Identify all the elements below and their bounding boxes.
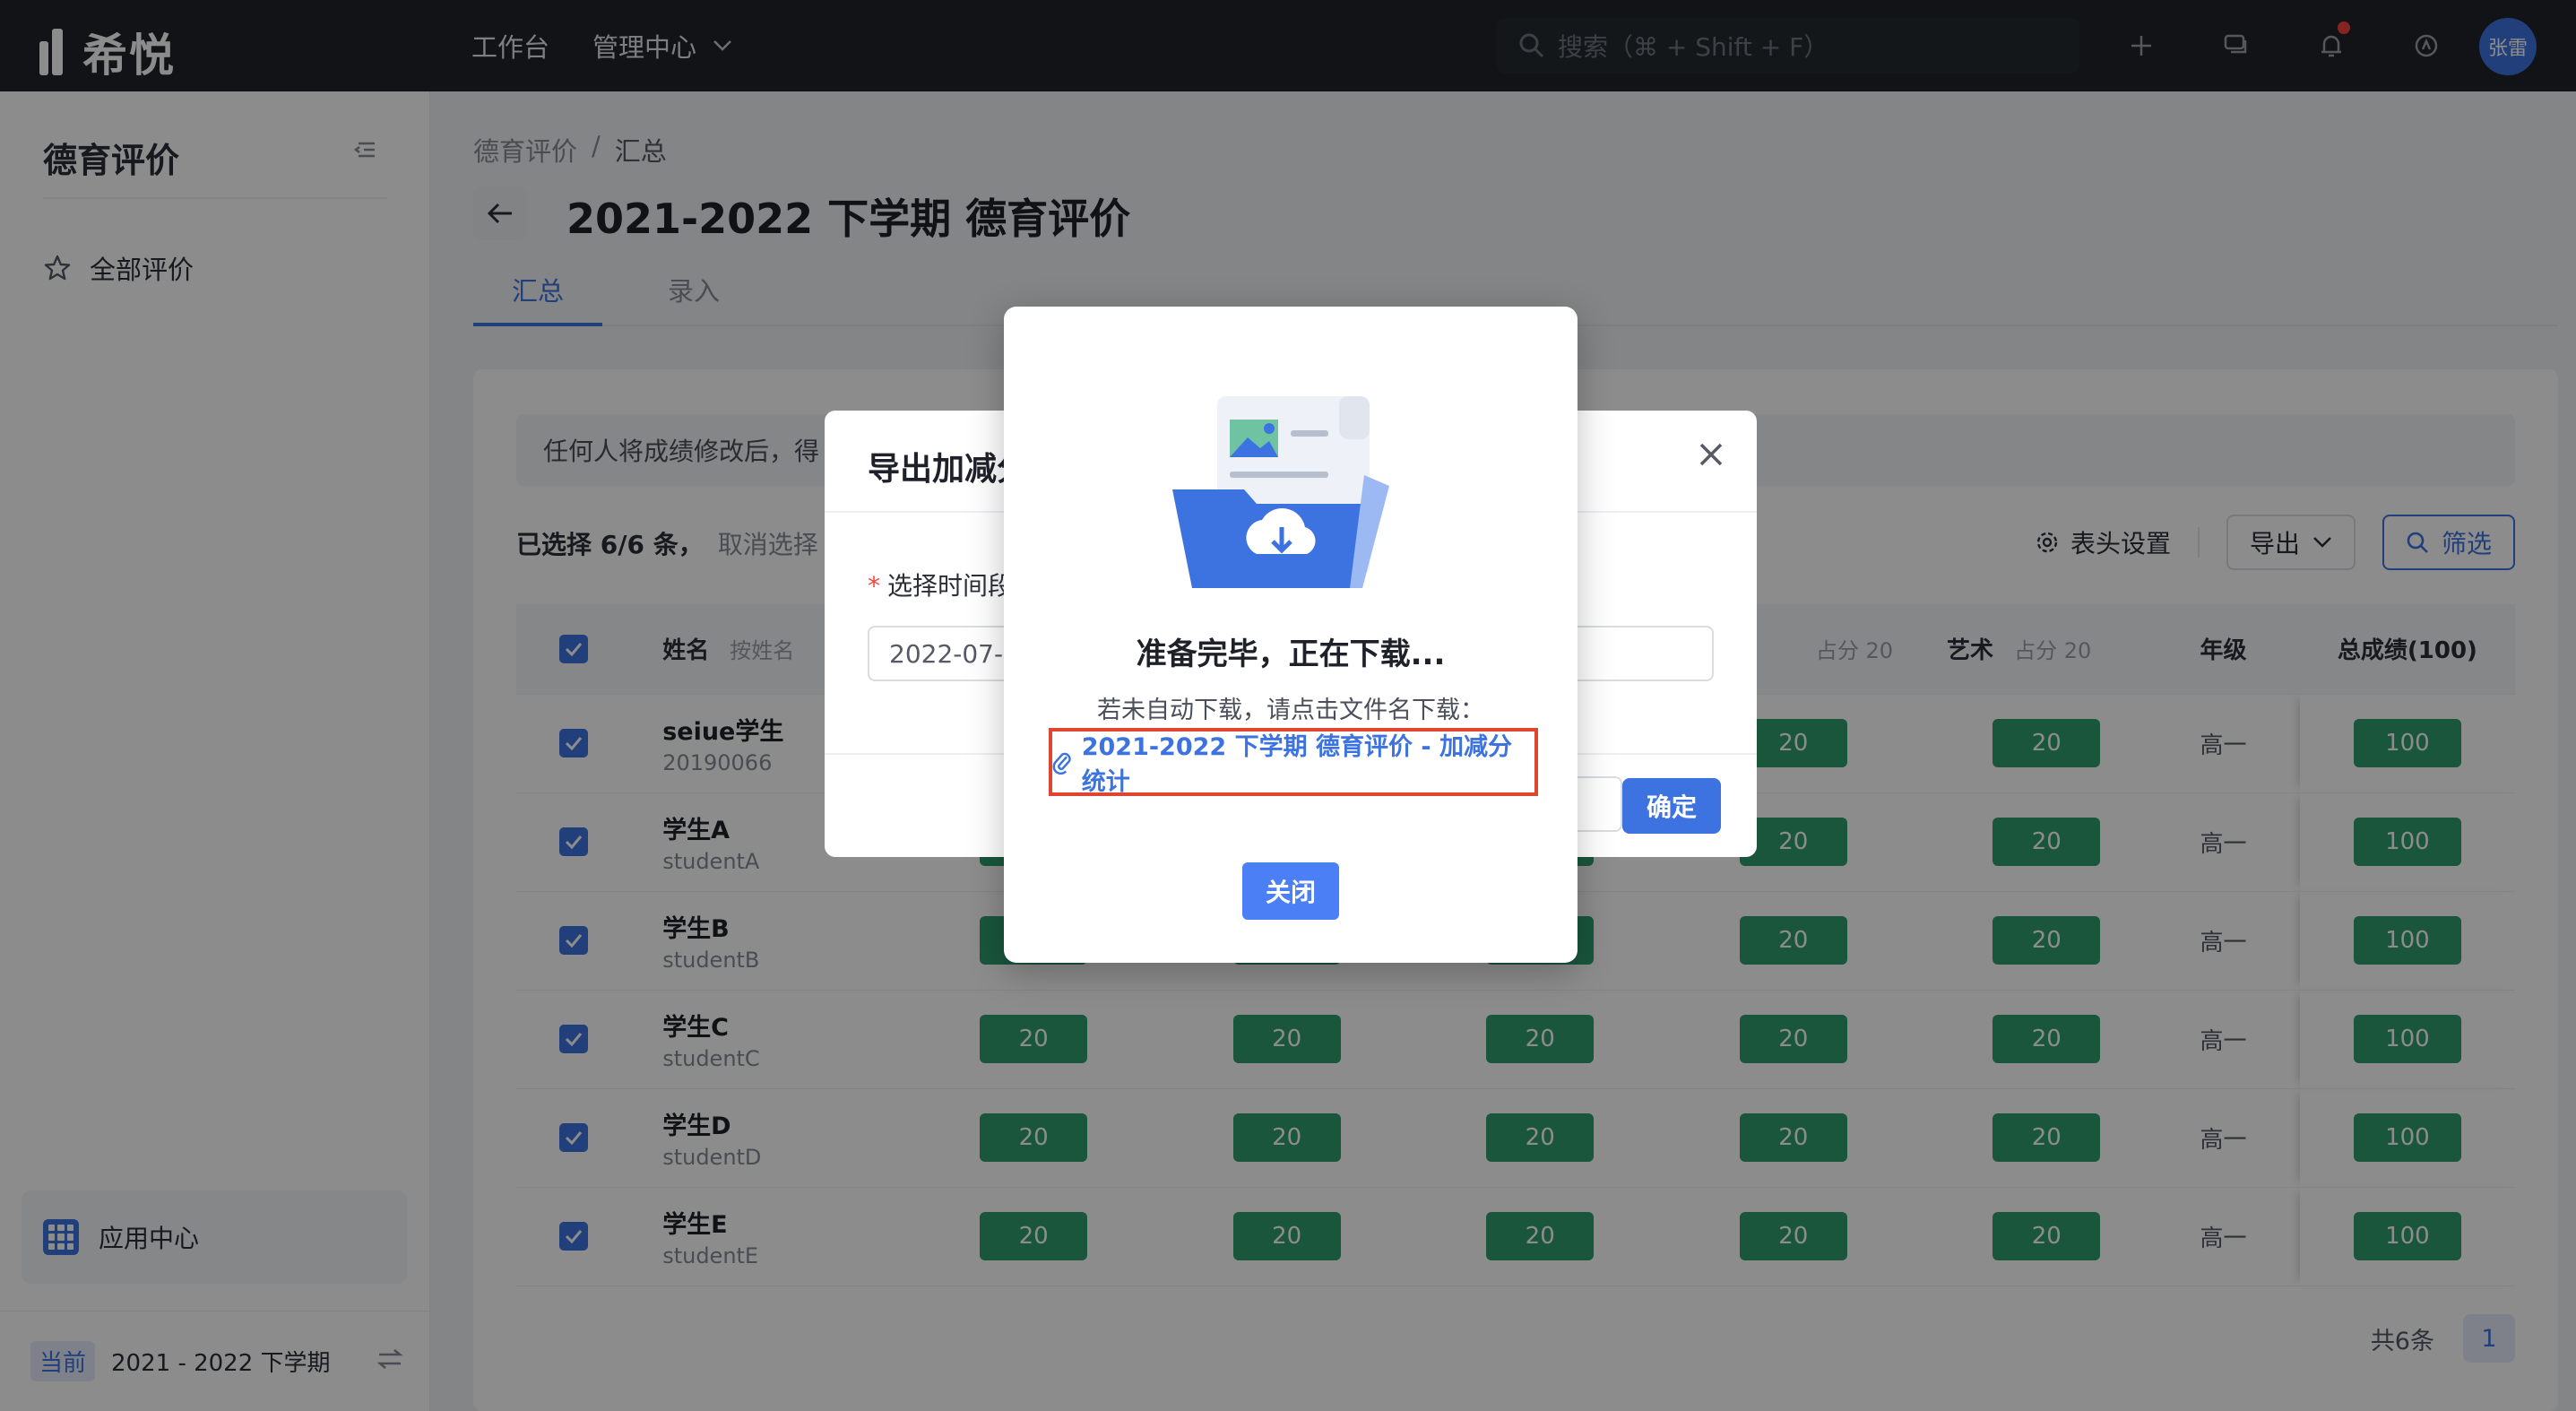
download-hint: 若未自动下载，请点击文件名下载： (1097, 697, 1484, 724)
export-ok-button[interactable]: 确定 (1622, 778, 1721, 834)
folder-download-illustration (1172, 396, 1389, 588)
time-range-label-text: 选择时间段 (887, 571, 1014, 601)
close-button[interactable]: 关闭 (1242, 862, 1339, 920)
download-title: 准备完毕，正在下载... (1136, 636, 1446, 672)
export-dialog-close-button[interactable] (1698, 441, 1725, 472)
required-mark: * (868, 571, 880, 601)
download-dialog: 准备完毕，正在下载... 若未自动下载，请点击文件名下载： 2021-2022 … (1004, 307, 1578, 963)
close-icon (1699, 443, 1723, 466)
time-range-label: * 选择时间段 (868, 567, 1013, 602)
download-file-name: 2021-2022 下学期 德育评价 - 加减分统计 (1081, 733, 1513, 796)
date-range-value: 2022-07-0 (889, 638, 1019, 669)
download-file-link[interactable]: 2021-2022 下学期 德育评价 - 加减分统计 (1049, 728, 1538, 796)
paperclip-icon (1052, 752, 1071, 775)
